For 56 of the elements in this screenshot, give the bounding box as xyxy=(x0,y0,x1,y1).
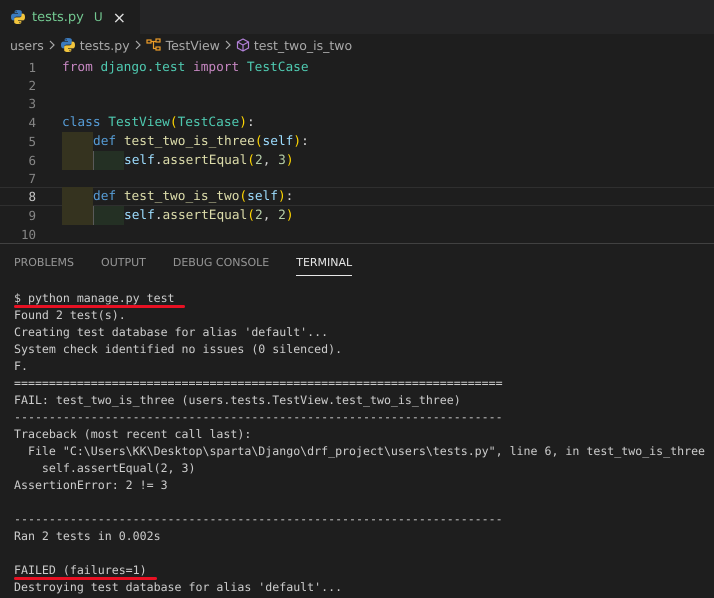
line-number: 1 xyxy=(27,60,36,75)
line-number: 5 xyxy=(27,134,36,148)
code-line: self.assertEqual(2, 2) xyxy=(124,207,294,224)
code-line: def test_two_is_two(self): xyxy=(93,188,294,206)
terminal-line: AssertionError: 2 != 3 xyxy=(14,478,168,492)
indent-guide xyxy=(62,150,93,170)
terminal-line: self.assertEqual(2, 3) xyxy=(40,461,196,475)
line-number: 3 xyxy=(27,96,36,112)
terminal-line: File "C:\Users\KK\Desktop\sparta\Django\drf_project\users\tests.py", line 6, in test_two_is_three xyxy=(26,444,706,458)
chevron-icon xyxy=(224,40,232,50)
breadcrumb[interactable]: users xyxy=(10,38,44,52)
panel-tab[interactable]: TERMINAL xyxy=(296,256,352,276)
terminal-line: ---------------------------------------------------------------------- xyxy=(14,512,503,526)
code-line: def test_two_is_three(self): xyxy=(93,132,309,150)
cube-icon xyxy=(236,38,250,52)
line-number: 2 xyxy=(27,78,36,94)
line-number: 7 xyxy=(27,170,36,186)
breadcrumb[interactable]: test_two_is_two xyxy=(254,38,352,52)
indent-guide xyxy=(93,150,124,170)
close-button[interactable]: × xyxy=(112,8,126,26)
line-number: 10 xyxy=(20,226,36,242)
panel-tab[interactable]: OUTPUT xyxy=(101,256,146,276)
status-letter: U xyxy=(94,10,103,24)
terminal-line: Ran 2 tests in 0.002s xyxy=(14,529,161,543)
indent-guide xyxy=(62,206,93,226)
python-icon xyxy=(60,37,76,53)
terminal-line: F. xyxy=(14,359,28,373)
panel-tab[interactable]: DEBUG CONSOLE xyxy=(172,256,270,276)
terminal-line: System check identified no issues (0 silenced). xyxy=(14,342,342,356)
terminal-line: ====================================================================== xyxy=(14,376,503,390)
breadcrumb[interactable]: TestView xyxy=(166,38,220,52)
chevron-icon xyxy=(134,40,142,50)
terminal-line: FAIL: test_two_is_three (users.tests.TestView.test_two_is_three) xyxy=(14,393,461,407)
editor-tab[interactable]: tests.py U × xyxy=(0,0,140,34)
panel-tab[interactable]: PROBLEMS xyxy=(14,256,74,276)
line-number: 4 xyxy=(27,114,36,130)
terminal-line: ---------------------------------------------------------------------- xyxy=(14,410,503,424)
line-number: 6 xyxy=(27,152,36,168)
breadcrumb[interactable]: tests.py xyxy=(80,38,130,52)
terminal-line: Destroying test database for alias 'default'... xyxy=(14,580,342,594)
line-number: 9 xyxy=(27,208,36,224)
terminal-line: FAILED (failures=1) xyxy=(14,563,147,577)
indent-guide xyxy=(62,132,93,150)
chevron-icon xyxy=(48,40,56,50)
python-icon xyxy=(10,9,26,25)
code-line: from django.test import TestCase xyxy=(62,59,309,76)
class-icon xyxy=(146,38,162,52)
tab-label: tests.py xyxy=(32,10,84,24)
code-line: class TestView(TestCase): xyxy=(62,114,255,130)
terminal-line: Traceback (most recent call last): xyxy=(14,427,252,441)
terminal-line: $ python manage.py test xyxy=(14,291,175,305)
line-number: 8 xyxy=(27,189,36,204)
code-line: self.assertEqual(2, 3) xyxy=(124,152,294,168)
indent-guide xyxy=(62,187,93,206)
terminal-line: Creating test database for alias 'default'... xyxy=(14,325,328,339)
terminal-line: Found 2 test(s). xyxy=(14,308,126,322)
